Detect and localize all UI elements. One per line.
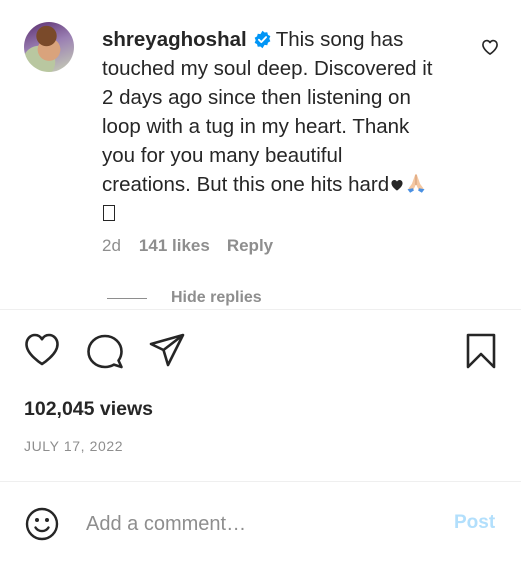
section-divider: [0, 481, 521, 482]
comment-like-heart-icon[interactable]: [480, 37, 500, 57]
unsupported-glyph-box-icon: [103, 205, 115, 221]
verified-badge-icon: [254, 30, 271, 49]
comment-thread: shreyaghoshal This song has touched my s…: [0, 0, 521, 309]
comment-age: 2d: [102, 236, 121, 255]
comment-likes-link[interactable]: 141 likes: [139, 236, 210, 256]
save-button[interactable]: [465, 333, 497, 369]
black-heart-icon: [391, 180, 403, 191]
avatar[interactable]: [24, 22, 74, 72]
instagram-post-panel: shreyaghoshal This song has touched my s…: [0, 0, 521, 563]
reply-button[interactable]: Reply: [227, 236, 273, 256]
share-button[interactable]: [149, 333, 185, 367]
comment-line: This song has: [275, 28, 404, 51]
comment-meta: 2d 141 likes Reply: [102, 236, 273, 256]
comment-line: creations. But this one hits hard: [102, 173, 390, 196]
add-comment-input[interactable]: [86, 509, 426, 539]
like-button[interactable]: [24, 333, 60, 367]
send-icon: [149, 333, 185, 367]
emoji-picker-button[interactable]: [25, 507, 59, 541]
comment-button[interactable]: [86, 333, 124, 369]
comment-line: you for you many beautiful: [102, 144, 343, 167]
bookmark-icon: [466, 333, 496, 369]
comment-line: 2 days ago since then listening on: [102, 86, 411, 109]
comment-username[interactable]: shreyaghoshal: [102, 28, 247, 51]
folded-hands-icon: [407, 174, 425, 193]
hide-replies-label: Hide replies: [171, 289, 262, 306]
hide-replies-button[interactable]: Hide replies: [107, 289, 262, 307]
post-date[interactable]: JULY 17, 2022: [24, 438, 123, 454]
comment-line: touched my soul deep. Discovered it: [102, 57, 433, 80]
heart-icon: [25, 333, 59, 366]
post-comment-button[interactable]: Post: [454, 512, 495, 534]
section-divider: [0, 309, 521, 310]
comment-line: loop with a tug in my heart. Thank: [102, 115, 410, 138]
views-count[interactable]: 102,045 views: [24, 398, 153, 421]
hide-replies-divider: [107, 297, 147, 299]
comment-text: shreyaghoshal This song has touched my s…: [102, 25, 467, 228]
smiley-icon: [25, 507, 59, 541]
comment-bubble-icon: [87, 334, 123, 369]
